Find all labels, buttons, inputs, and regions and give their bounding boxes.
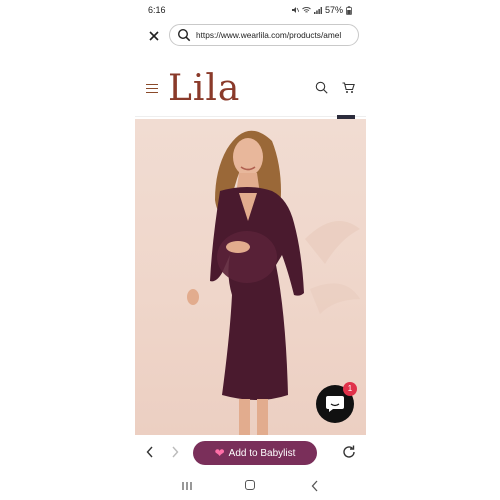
- site-header: Lila: [135, 66, 366, 116]
- status-icons: 57%: [291, 4, 352, 16]
- chat-badge: 1: [343, 382, 357, 396]
- phone-screen: 6:16 57% https://www.wearlila.com/produc…: [135, 0, 366, 500]
- babylist-label: Add to Babylist: [228, 447, 296, 459]
- cart-icon[interactable]: [342, 82, 355, 94]
- browser-url-row: https://www.wearlila.com/products/amel: [135, 22, 366, 50]
- recents-icon[interactable]: [181, 481, 193, 491]
- browser-toolbar: ❤ Add to Babylist: [135, 435, 366, 471]
- reload-icon[interactable]: [341, 444, 357, 460]
- back-arrow-icon[interactable]: [146, 446, 154, 458]
- url-text: https://www.wearlila.com/products/amel: [196, 30, 342, 40]
- add-to-babylist-button[interactable]: ❤ Add to Babylist: [193, 441, 317, 465]
- status-time: 6:16: [148, 5, 166, 15]
- mute-icon: [291, 7, 299, 13]
- home-icon[interactable]: [245, 480, 255, 490]
- search-icon[interactable]: [315, 81, 328, 94]
- battery-icon: [346, 5, 352, 15]
- status-bar: 6:16 57%: [135, 0, 366, 22]
- heart-icon: ❤: [214, 446, 225, 460]
- url-bar[interactable]: https://www.wearlila.com/products/amel: [169, 24, 359, 46]
- forward-arrow-icon[interactable]: [171, 446, 179, 458]
- header-divider: [135, 116, 366, 117]
- system-back-icon[interactable]: [311, 480, 319, 492]
- site-logo[interactable]: Lila: [168, 68, 240, 109]
- system-nav-bar: [135, 472, 366, 500]
- chat-icon: [326, 396, 344, 412]
- wifi-icon: [302, 7, 311, 13]
- signal-icon: [313, 7, 322, 14]
- search-icon: [177, 28, 191, 42]
- close-icon[interactable]: [146, 28, 162, 44]
- menu-icon[interactable]: [146, 84, 158, 94]
- battery-percent: 57%: [324, 5, 343, 15]
